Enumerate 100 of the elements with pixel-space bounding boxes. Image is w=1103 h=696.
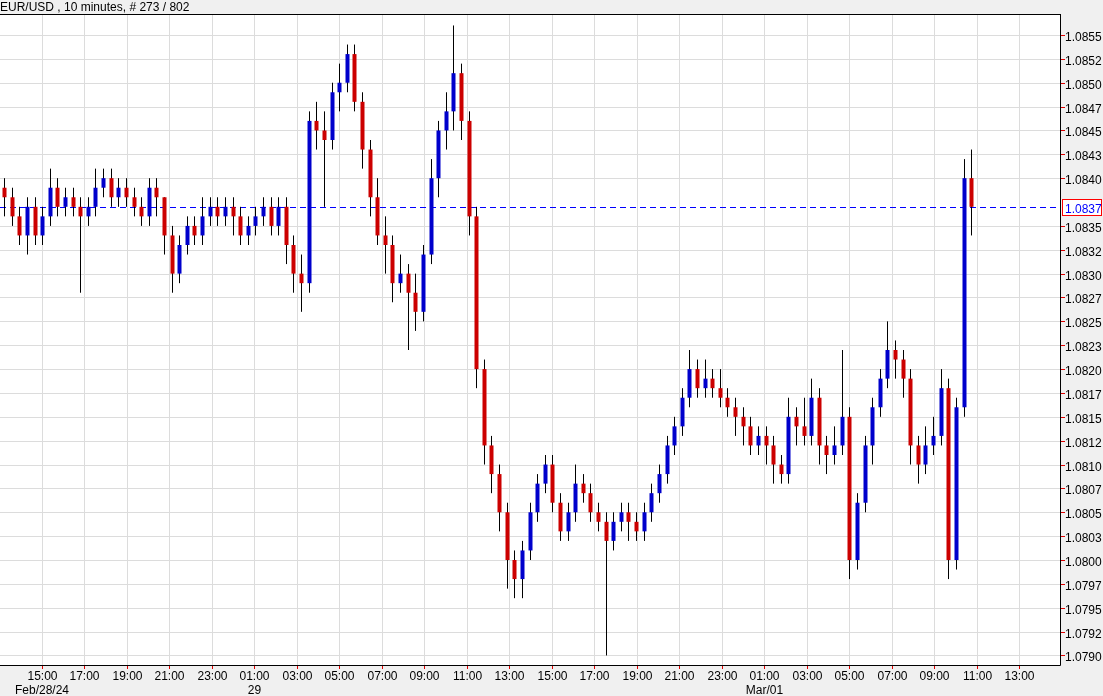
candlestick — [215, 196, 220, 227]
time-axis-label: 21:00 — [154, 669, 185, 683]
candlestick — [383, 215, 388, 275]
time-axis-label: 01:00 — [239, 669, 270, 683]
price-axis-label: 1.0820 — [1065, 363, 1102, 378]
candlestick — [101, 168, 106, 198]
candlestick — [901, 349, 906, 399]
current-price-label: 1.0837 — [1062, 199, 1102, 216]
time-axis-label: 19:00 — [622, 669, 653, 683]
candlestick — [588, 483, 593, 523]
candlestick — [284, 196, 289, 265]
price-axis-label: 1.0790 — [1065, 649, 1102, 664]
candlestick — [802, 397, 807, 446]
candlestick — [154, 177, 159, 217]
price-axis-label: 1.0805 — [1065, 506, 1102, 521]
candlestick — [314, 101, 319, 151]
candlestick — [566, 502, 571, 542]
candlestick — [299, 254, 304, 313]
candlestick — [923, 425, 928, 475]
price-axis-label: 1.0825 — [1065, 315, 1102, 330]
time-axis-label: 05:00 — [834, 669, 865, 683]
time-axis-label: 03:00 — [792, 669, 823, 683]
candlestick — [390, 234, 395, 303]
date-label: Feb/28/24 — [14, 683, 69, 696]
candlestick — [581, 473, 586, 504]
price-axis-label: 1.0832 — [1065, 244, 1102, 259]
candlestick — [878, 368, 883, 418]
candlestick — [231, 196, 236, 236]
candlestick — [116, 177, 121, 208]
candlestick — [63, 187, 68, 217]
time-axis-label: 13:00 — [494, 669, 525, 683]
time-axis-label: 21:00 — [664, 669, 695, 683]
price-axis-label: 1.0843 — [1065, 148, 1102, 163]
price-axis-label: 1.0797 — [1065, 578, 1102, 593]
price-axis-label: 1.0812 — [1065, 435, 1102, 450]
candlestick — [528, 502, 533, 561]
candlestick — [512, 549, 517, 599]
candlestick — [931, 416, 936, 456]
candlestick — [109, 168, 114, 208]
candlestick — [192, 215, 197, 246]
time-axis-label: 23:00 — [707, 669, 738, 683]
candlestick — [832, 425, 837, 466]
candlestick — [25, 196, 30, 256]
candlestick — [10, 187, 15, 227]
candlestick — [824, 435, 829, 475]
candlestick — [550, 454, 555, 513]
candlestick — [809, 378, 814, 446]
candlestick — [132, 187, 137, 217]
candlestick — [619, 502, 624, 532]
time-axis-label: 13:00 — [1004, 669, 1035, 683]
candlestick — [17, 206, 22, 246]
price-axis-label: 1.0810 — [1065, 459, 1102, 474]
candlestick — [611, 511, 616, 551]
candlestick — [185, 215, 190, 256]
candlestick — [870, 397, 875, 466]
candlestick — [246, 215, 251, 246]
candlestick — [893, 339, 898, 380]
candlestick — [291, 234, 296, 294]
candlestick — [345, 44, 350, 93]
price-axis-label: 1.0827 — [1065, 291, 1102, 306]
candlestick — [718, 368, 723, 408]
time-axis-label: 09:00 — [409, 669, 440, 683]
price-axis-label: 1.0792 — [1065, 626, 1102, 641]
time-axis-label: 03:00 — [282, 669, 313, 683]
price-axis-label: 1.0823 — [1065, 339, 1102, 354]
price-axis-label: 1.0803 — [1065, 530, 1102, 545]
candlestick — [261, 196, 266, 227]
candlestick — [710, 368, 715, 399]
candlestick — [748, 416, 753, 456]
price-axis-label: 1.0800 — [1065, 554, 1102, 569]
candlestick — [779, 454, 784, 485]
candlestick — [703, 359, 708, 399]
candlestick — [375, 177, 380, 246]
candlestick — [177, 234, 182, 284]
candlestick — [665, 435, 670, 485]
candlestick — [543, 454, 548, 494]
candlestick — [885, 320, 890, 389]
time-axis-label: 11:00 — [962, 669, 993, 683]
time-axis-label: 15:00 — [537, 669, 568, 683]
candlestick — [352, 44, 357, 112]
candlestick — [147, 177, 152, 227]
price-axis-label: 1.0807 — [1065, 482, 1102, 497]
candlestick — [725, 387, 730, 418]
time-axis-label: 07:00 — [877, 669, 908, 683]
time-axis-label: 23:00 — [197, 669, 228, 683]
price-axis-label: 1.0850 — [1065, 77, 1102, 92]
candlestick — [55, 177, 60, 217]
time-axis-label: 09:00 — [919, 669, 950, 683]
price-axis-label: 1.0840 — [1065, 172, 1102, 187]
candlestick — [695, 359, 700, 399]
candlestick — [398, 254, 403, 294]
time-axis-label: 05:00 — [324, 669, 355, 683]
candlestick — [276, 196, 281, 236]
candlestick — [916, 435, 921, 485]
candlestick — [124, 177, 129, 208]
price-axis-label: 1.0852 — [1065, 53, 1102, 68]
candlestick — [33, 196, 38, 246]
time-axis-label: 15:00 — [27, 669, 58, 683]
candlestick — [649, 483, 654, 523]
candlestick — [573, 464, 578, 523]
